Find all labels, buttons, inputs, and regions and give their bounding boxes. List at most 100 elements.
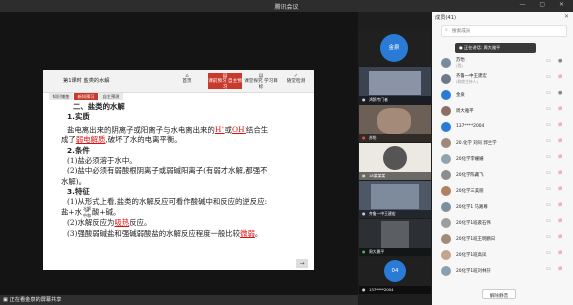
camera-icon[interactable]: ▭ bbox=[546, 234, 551, 240]
camera-icon[interactable]: ▭ bbox=[546, 170, 551, 176]
video-tile-label: ● 鸿鹄专门者 bbox=[359, 96, 431, 104]
subsection-title: 3.特征 bbox=[67, 186, 90, 196]
video-feed bbox=[371, 184, 419, 209]
close-icon[interactable]: ✕ bbox=[564, 13, 569, 20]
video-tile[interactable]: ● 苏怡 bbox=[359, 105, 431, 142]
video-tiles-column: 金泉 ● 鸿鹄专门者 ● 苏怡 ● 18某某某 ● 齐鲁一中王建宏 ● 周大雅平 04 ●… bbox=[358, 12, 432, 305]
unmute-all-button[interactable]: 解除静音 bbox=[482, 289, 516, 299]
member-name: 20化学1班刘林芬 bbox=[456, 269, 491, 274]
camera-icon[interactable]: ▭ bbox=[546, 186, 551, 192]
member-row[interactable]: 20化学1班高凤 ▭ ⊘ bbox=[432, 247, 573, 263]
member-search[interactable]: ⌕ bbox=[441, 25, 567, 37]
camera-icon[interactable]: ▭ bbox=[546, 218, 551, 224]
member-row[interactable]: 周大雅平 ▭ ⊘ bbox=[432, 103, 573, 119]
camera-icon[interactable]: ▭ bbox=[546, 138, 551, 144]
member-row[interactable]: 137****2004 ▭ ⊘ bbox=[432, 119, 573, 135]
sub-tab-predict[interactable]: 自主预测 bbox=[99, 93, 123, 100]
avatar bbox=[441, 138, 451, 148]
mic-muted-icon[interactable]: ⊘ bbox=[558, 138, 562, 144]
search-icon: ⌕ bbox=[445, 27, 448, 33]
speaking-tooltip: ● 正在讲话: 周大雅平 bbox=[455, 43, 536, 53]
member-row[interactable]: 20化学三美丽 ▭ ⊘ bbox=[432, 183, 573, 199]
mic-muted-icon[interactable]: ⊘ bbox=[558, 218, 562, 224]
member-row[interactable]: 20化学1班袭石伟 ▭ ⊘ bbox=[432, 215, 573, 231]
subsection-title: 1.实质 bbox=[67, 112, 90, 122]
video-tile[interactable]: 04 ● 137****2004 bbox=[359, 257, 431, 294]
video-tile[interactable]: ● 齐鲁一中王建宏 bbox=[359, 181, 431, 218]
camera-icon[interactable]: ▭ bbox=[546, 122, 551, 128]
camera-icon[interactable]: ▭ bbox=[546, 74, 551, 80]
member-row[interactable]: 20化学李姗姗 ▭ ⊘ bbox=[432, 151, 573, 167]
member-name: 137****2004 bbox=[456, 124, 485, 129]
mic-muted-icon[interactable]: ⊘ bbox=[558, 106, 562, 112]
member-row[interactable]: 20化学1班刘林芬 ▭ ⊘ bbox=[432, 263, 573, 279]
member-name: 20化学1班高凤 bbox=[456, 253, 487, 258]
mic-muted-icon[interactable]: ⊘ bbox=[558, 186, 562, 192]
member-name: 20.化学 刘同 郭兰学 bbox=[456, 141, 497, 146]
mic-muted-icon[interactable]: ⊘ bbox=[558, 170, 562, 176]
mic-icon[interactable]: ● bbox=[558, 90, 562, 96]
member-name: 金泉 bbox=[456, 93, 465, 98]
video-tile-label: ● 齐鲁一中王建宏 bbox=[359, 210, 431, 218]
member-search-input[interactable] bbox=[452, 26, 562, 36]
nav-tab-home[interactable]: ⌂ 首页 bbox=[170, 73, 204, 89]
member-row[interactable]: 齐鲁一中王建宏 (联席主持人) ▭ ⊘ bbox=[432, 71, 573, 87]
mic-icon[interactable]: ● bbox=[558, 58, 562, 64]
video-tile[interactable]: 金泉 bbox=[359, 29, 431, 66]
member-row[interactable]: 金泉 ▭ ● bbox=[432, 87, 573, 103]
mic-muted-icon[interactable]: ⊘ bbox=[558, 122, 562, 128]
video-tile-label: ● 18某某某 bbox=[359, 172, 431, 180]
camera-icon[interactable]: ▭ bbox=[546, 250, 551, 256]
video-tile[interactable]: ● 鸿鹄专门者 bbox=[359, 67, 431, 104]
sub-tab-knowledge[interactable]: 知识铺垫 bbox=[49, 93, 73, 100]
member-role: (联席主持人) bbox=[456, 79, 478, 84]
video-tile[interactable]: ● 周大雅平 bbox=[359, 219, 431, 256]
member-row[interactable]: 20.化学 刘同 郭兰学 ▭ ⊘ bbox=[432, 135, 573, 151]
avatar: 金泉 bbox=[380, 34, 408, 62]
equilibrium-arrow: 水解 ⇌ 中和 bbox=[82, 206, 91, 219]
avatar bbox=[441, 154, 451, 164]
member-row[interactable]: 20化学1 马路尊 ▭ ⊘ bbox=[432, 199, 573, 215]
camera-icon[interactable]: ▭ bbox=[546, 154, 551, 160]
mic-muted-icon[interactable]: ⊘ bbox=[558, 74, 562, 80]
avatar bbox=[441, 170, 451, 180]
content-line: (2)水解反应为吸热反应。 bbox=[67, 218, 152, 228]
mic-muted-icon[interactable]: ⊘ bbox=[558, 202, 562, 208]
camera-icon[interactable]: ▭ bbox=[546, 202, 551, 208]
oh-ion-answer: OH- bbox=[232, 124, 246, 135]
sub-tab-preview[interactable]: 新知预习 bbox=[74, 93, 98, 100]
camera-icon[interactable]: ▭ bbox=[546, 58, 551, 64]
nav-tab-explore[interactable]: ▤ 课堂探究 学习目标 bbox=[244, 73, 278, 90]
avatar bbox=[441, 266, 451, 276]
mic-icon: ● bbox=[362, 173, 366, 178]
mic-icon: ● bbox=[362, 287, 366, 292]
camera-icon[interactable]: ▭ bbox=[546, 106, 551, 112]
video-feed bbox=[377, 108, 411, 134]
camera-icon[interactable]: ▭ bbox=[546, 266, 551, 272]
mic-icon: ● bbox=[362, 97, 366, 102]
nav-tab-preview[interactable]: ▤ 课前预习 自主预习 bbox=[208, 73, 242, 90]
content-line: (2)盐中必须有弱酸根阴离子或弱碱阳离子(有弱才水解,都强不 bbox=[67, 166, 268, 176]
member-row[interactable]: 20化学陈藏飞 ▭ ⊘ bbox=[432, 167, 573, 183]
courseware-page: 第1课时 盐类的水解 ⌂ 首页 ▤ 课前预习 自主预习 ▤ 课堂探究 学习目标 … bbox=[43, 70, 314, 270]
nav-tab-test[interactable]: ✓ 随堂检测 bbox=[279, 73, 313, 89]
next-page-button[interactable]: → bbox=[296, 259, 308, 268]
member-row[interactable]: 20化学1班王明鹏日 ▭ ⊘ bbox=[432, 231, 573, 247]
title-bar: 腾讯会议 — ▢ ✕ bbox=[0, 0, 573, 12]
member-row[interactable]: 苏怡 (我) ▭ ● bbox=[432, 55, 573, 71]
mic-muted-icon[interactable]: ⊘ bbox=[558, 266, 562, 272]
members-title: 成员(41) bbox=[435, 15, 457, 21]
mic-muted-icon[interactable]: ⊘ bbox=[558, 234, 562, 240]
camera-icon[interactable]: ▭ bbox=[546, 90, 551, 96]
video-tile-label: ● 苏怡 bbox=[359, 134, 431, 142]
content-line: 盐+水 水解 ⇌ 中和 酸+碱。 bbox=[61, 206, 121, 219]
video-feed bbox=[383, 146, 407, 170]
mic-muted-icon[interactable]: ⊘ bbox=[558, 250, 562, 256]
window-controls[interactable]: — ▢ ✕ bbox=[519, 1, 570, 8]
video-tile[interactable]: ● 18某某某 bbox=[359, 143, 431, 180]
avatar bbox=[441, 74, 451, 84]
share-status-bar: ▣ 正在看金泉的屏幕共享 bbox=[0, 295, 358, 305]
member-role: (我) bbox=[456, 63, 463, 68]
sub-tab-bar: 知识铺垫 新知预习 自主预测 bbox=[43, 93, 314, 101]
mic-muted-icon[interactable]: ⊘ bbox=[558, 154, 562, 160]
